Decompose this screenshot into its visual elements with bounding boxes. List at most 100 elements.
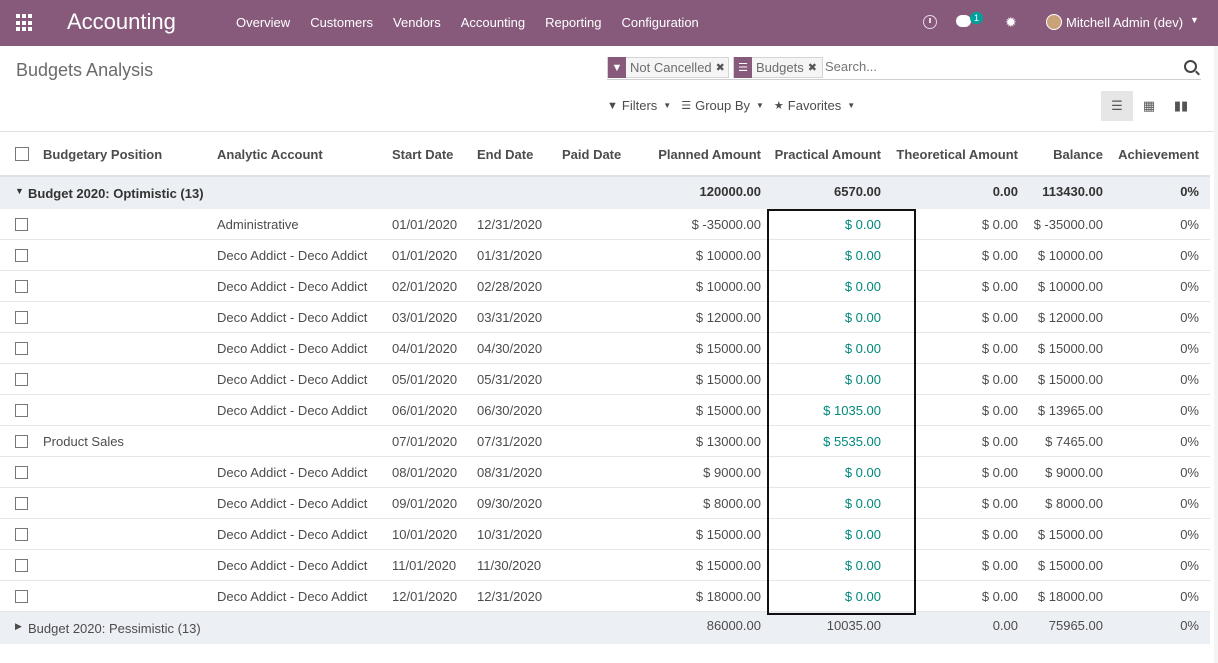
group-row[interactable]: ▶ Budget 2020: Pessimistic (13) 86000.00 10… xyxy=(0,612,1210,644)
menu-overview[interactable]: Overview xyxy=(226,0,300,46)
group-by-icon: ☰ xyxy=(681,100,692,112)
cell-practical: $ 0.00 xyxy=(844,341,881,356)
col-balance[interactable]: Balance xyxy=(1053,147,1103,162)
search-icon[interactable] xyxy=(1184,60,1197,73)
row-checkbox[interactable] xyxy=(15,590,28,603)
row-checkbox[interactable] xyxy=(15,404,28,417)
list-view-icon[interactable]: ☰ xyxy=(1101,91,1133,121)
cell-end: 06/30/2020 xyxy=(477,403,543,418)
cell-balance: $ 7465.00 xyxy=(1045,434,1103,449)
col-end-date[interactable]: End Date xyxy=(477,147,533,162)
graph-view-icon[interactable]: ▮▮ xyxy=(1165,91,1197,121)
cell-account: Deco Addict - Deco Addict xyxy=(217,248,368,263)
app-title[interactable]: Accounting xyxy=(67,9,176,35)
row-checkbox[interactable] xyxy=(15,311,28,324)
table-row[interactable]: Deco Addict - Deco Addict 09/01/2020 09/30… xyxy=(0,488,1210,519)
table-row[interactable]: Product Sales 07/01/2020 07/31/2020 $ 13000… xyxy=(0,426,1210,457)
col-theoretical-amount[interactable]: Theoretical Amount xyxy=(896,147,1018,162)
caret-down-icon[interactable]: ▼ xyxy=(15,186,24,196)
row-checkbox[interactable] xyxy=(15,218,28,231)
debug-bug-icon[interactable]: ✹ xyxy=(1005,14,1017,31)
group-by-button[interactable]: ☰ Group By ▼ xyxy=(681,98,764,113)
row-checkbox[interactable] xyxy=(15,497,28,510)
user-menu[interactable]: Mitchell Admin (dev) xyxy=(1066,15,1183,30)
cell-planned: $ 8000.00 xyxy=(703,496,761,511)
table-header: Budgetary Position Analytic Account Star… xyxy=(0,132,1210,177)
pivot-view-icon[interactable]: ▦ xyxy=(1133,91,1165,121)
menu-configuration[interactable]: Configuration xyxy=(611,0,708,46)
group-theoretical-total: 0.00 xyxy=(992,184,1018,199)
cell-practical: $ 0.00 xyxy=(844,558,881,573)
table-row[interactable]: Deco Addict - Deco Addict 08/01/2020 08/31… xyxy=(0,457,1210,488)
cell-account: Deco Addict - Deco Addict xyxy=(217,558,368,573)
cell-account: Deco Addict - Deco Addict xyxy=(217,465,368,480)
cell-planned: $ 12000.00 xyxy=(695,310,761,325)
chat-icon[interactable] xyxy=(956,15,971,27)
col-budgetary-position[interactable]: Budgetary Position xyxy=(43,147,162,162)
menu-customers[interactable]: Customers xyxy=(300,0,383,46)
cell-account: Administrative xyxy=(217,217,299,232)
row-checkbox[interactable] xyxy=(15,528,28,541)
col-achievement[interactable]: Achievement xyxy=(1118,147,1199,162)
chat-count-badge: 1 xyxy=(970,12,984,24)
cell-account: Deco Addict - Deco Addict xyxy=(217,403,368,418)
close-icon[interactable]: ✖ xyxy=(716,61,728,74)
row-checkbox[interactable] xyxy=(15,249,28,262)
cell-achievement: 0% xyxy=(1180,248,1199,263)
facet-label: Not Cancelled xyxy=(630,60,712,75)
close-icon[interactable]: ✖ xyxy=(808,61,820,74)
row-checkbox[interactable] xyxy=(15,280,28,293)
row-checkbox[interactable] xyxy=(15,559,28,572)
group-row[interactable]: ▼ Budget 2020: Optimistic (13) 120000.00 65… xyxy=(0,177,1210,209)
menu-vendors[interactable]: Vendors xyxy=(383,0,451,46)
facet-filter: ▼ Not Cancelled ✖ xyxy=(607,57,729,78)
table-row[interactable]: Deco Addict - Deco Addict 06/01/2020 06/30… xyxy=(0,395,1210,426)
table-row[interactable]: Deco Addict - Deco Addict 03/01/2020 03/31… xyxy=(0,302,1210,333)
col-analytic-account[interactable]: Analytic Account xyxy=(217,147,323,162)
chevron-down-icon[interactable]: ▼ xyxy=(1190,15,1199,25)
group-achievement-total: 0% xyxy=(1180,184,1199,199)
cell-practical: $ 0.00 xyxy=(844,589,881,604)
favorites-button[interactable]: ★ Favorites ▼ xyxy=(774,98,855,113)
row-checkbox[interactable] xyxy=(15,373,28,386)
main-menu: Overview Customers Vendors Accounting Re… xyxy=(226,0,709,46)
menu-accounting[interactable]: Accounting xyxy=(451,0,535,46)
scrollbar[interactable] xyxy=(1214,46,1218,663)
table-row[interactable]: Deco Addict - Deco Addict 12/01/2020 12/31… xyxy=(0,581,1210,612)
favorites-label: Favorites xyxy=(787,98,842,113)
cell-achievement: 0% xyxy=(1180,434,1199,449)
cell-account: Deco Addict - Deco Addict xyxy=(217,372,368,387)
cell-theoretical: $ 0.00 xyxy=(981,589,1018,604)
table-row[interactable]: Deco Addict - Deco Addict 04/01/2020 04/30… xyxy=(0,333,1210,364)
table-row[interactable]: Deco Addict - Deco Addict 01/01/2020 01/31… xyxy=(0,240,1210,271)
cell-planned: $ 15000.00 xyxy=(695,372,761,387)
table-row[interactable]: Administrative 01/01/2020 12/31/2020 $ -350… xyxy=(0,209,1210,240)
row-checkbox[interactable] xyxy=(15,466,28,479)
row-checkbox[interactable] xyxy=(15,342,28,355)
cell-start: 05/01/2020 xyxy=(392,372,458,387)
col-start-date[interactable]: Start Date xyxy=(392,147,453,162)
apps-menu-icon[interactable] xyxy=(16,14,34,32)
filters-button[interactable]: ▼ Filters ▼ xyxy=(607,98,671,113)
cell-start: 11/01/2020 xyxy=(392,558,457,573)
search-input[interactable] xyxy=(825,59,1165,74)
avatar[interactable] xyxy=(1046,14,1062,30)
table-row[interactable]: Deco Addict - Deco Addict 02/01/2020 02/28… xyxy=(0,271,1210,302)
activity-clock-icon[interactable] xyxy=(923,15,937,29)
caret-right-icon[interactable]: ▶ xyxy=(15,621,22,632)
select-all-checkbox[interactable] xyxy=(15,147,29,161)
cell-end: 11/30/2020 xyxy=(477,558,542,573)
table-row[interactable]: Deco Addict - Deco Addict 10/01/2020 10/31… xyxy=(0,519,1210,550)
cell-balance: $ 10000.00 xyxy=(1037,248,1103,263)
col-paid-date[interactable]: Paid Date xyxy=(562,147,621,162)
cell-account: Deco Addict - Deco Addict xyxy=(217,527,368,542)
cell-planned: $ 15000.00 xyxy=(695,341,761,356)
table-row[interactable]: Deco Addict - Deco Addict 11/01/2020 11/30… xyxy=(0,550,1210,581)
cell-theoretical: $ 0.00 xyxy=(981,527,1018,542)
table-row[interactable]: Deco Addict - Deco Addict 05/01/2020 05/31… xyxy=(0,364,1210,395)
col-practical-amount[interactable]: Practical Amount xyxy=(775,147,881,162)
col-planned-amount[interactable]: Planned Amount xyxy=(658,147,761,162)
menu-reporting[interactable]: Reporting xyxy=(535,0,611,46)
row-checkbox[interactable] xyxy=(15,435,28,448)
cell-account: Deco Addict - Deco Addict xyxy=(217,341,368,356)
